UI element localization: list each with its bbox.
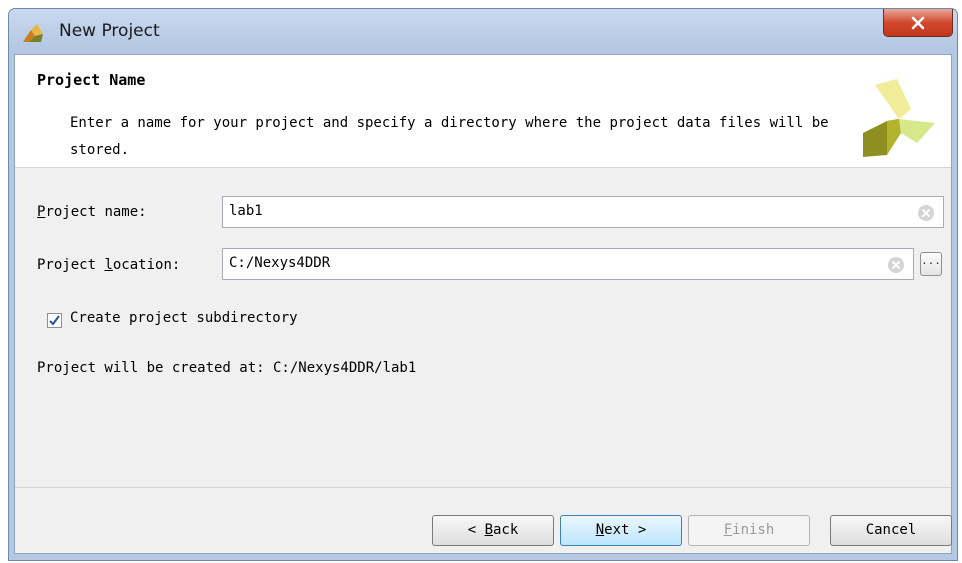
create-subdirectory-checkbox[interactable] bbox=[47, 313, 62, 328]
window-title: New Project bbox=[59, 21, 160, 41]
project-name-field[interactable] bbox=[222, 196, 944, 228]
title-bar[interactable]: New Project bbox=[9, 9, 957, 54]
create-subdirectory-label[interactable]: Create project subdirectory bbox=[70, 310, 298, 326]
project-name-input[interactable] bbox=[229, 203, 829, 219]
project-path-preview: Project will be created at: C:/Nexys4DDR… bbox=[37, 360, 417, 376]
cancel-button[interactable]: Cancel bbox=[830, 515, 952, 546]
checkmark-icon bbox=[49, 315, 60, 326]
finish-button[interactable]: Finish bbox=[688, 515, 810, 546]
xilinx-logo-icon bbox=[863, 79, 935, 157]
new-project-window: New Project Project Name Enter a name fo… bbox=[8, 8, 958, 561]
close-button[interactable] bbox=[883, 9, 953, 37]
back-button[interactable]: < Back bbox=[432, 515, 554, 546]
label-text: roject name: bbox=[45, 204, 147, 220]
page-title: Project Name bbox=[37, 71, 146, 89]
mnemonic-key: F bbox=[723, 522, 733, 538]
browse-button[interactable]: ... bbox=[920, 252, 942, 276]
mnemonic-key: N bbox=[595, 522, 605, 538]
button-text: ext > bbox=[604, 522, 647, 538]
clear-icon[interactable] bbox=[887, 256, 905, 274]
page-description: Enter a name for your project and specif… bbox=[70, 115, 829, 158]
label-text: Project bbox=[37, 257, 105, 273]
project-location-field[interactable] bbox=[222, 248, 914, 280]
project-location-input[interactable] bbox=[229, 255, 829, 271]
project-name-label: Project name: bbox=[37, 204, 147, 220]
footer-divider bbox=[15, 487, 951, 488]
label-text: ocation: bbox=[112, 257, 181, 273]
mnemonic-key: l bbox=[104, 257, 113, 273]
header-panel: Project Name Enter a name for your proje… bbox=[15, 55, 951, 168]
mnemonic-key: B bbox=[484, 522, 493, 538]
next-button[interactable]: Next > bbox=[560, 515, 682, 546]
dialog-content: Project Name Enter a name for your proje… bbox=[14, 54, 952, 554]
clear-icon[interactable] bbox=[917, 204, 935, 222]
project-location-label: Project location: bbox=[37, 257, 180, 273]
button-text: < bbox=[467, 522, 485, 538]
vivado-app-icon bbox=[23, 24, 43, 42]
button-text: inish bbox=[732, 522, 775, 538]
button-text: ack bbox=[493, 522, 519, 538]
close-icon bbox=[911, 16, 925, 29]
